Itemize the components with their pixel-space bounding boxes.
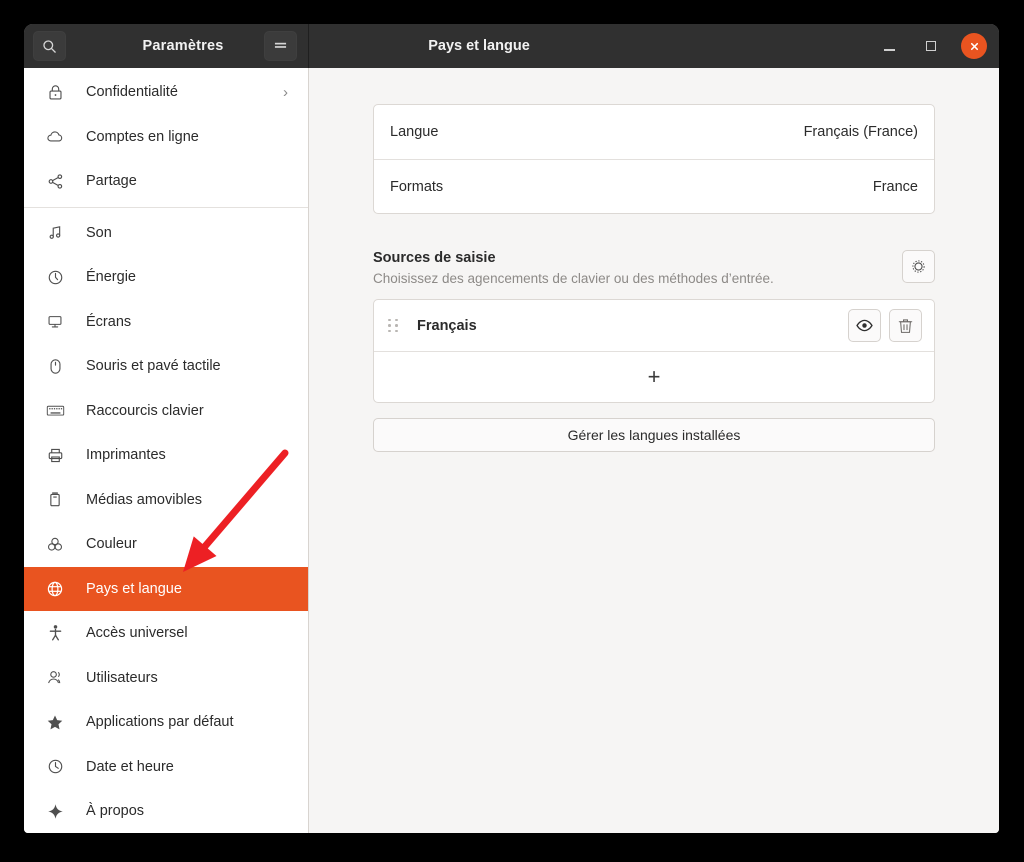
sidebar-item-nergie[interactable]: Énergie bbox=[24, 255, 308, 300]
sidebar-item-utilisateurs[interactable]: Utilisateurs bbox=[24, 656, 308, 701]
input-source-row[interactable]: Français bbox=[374, 300, 934, 352]
main-panel: Langue Français (France) Formats France … bbox=[309, 68, 999, 833]
media-icon bbox=[44, 491, 66, 508]
clock-icon bbox=[44, 758, 66, 775]
sidebar-item-propos[interactable]: À propos bbox=[24, 789, 308, 833]
sidebar-item-label: Couleur bbox=[86, 536, 137, 553]
sidebar-item-label: Confidentialité bbox=[86, 84, 178, 101]
share-icon bbox=[44, 173, 66, 190]
sidebar-item-partage[interactable]: Partage bbox=[24, 159, 308, 204]
language-row-value: Français (France) bbox=[803, 124, 918, 140]
title-bar: Paramètres Pays et langue bbox=[24, 24, 999, 68]
window-body: Confidentialité › Comptes en ligne Partage S… bbox=[24, 68, 999, 833]
star-icon bbox=[44, 714, 66, 731]
trash-icon[interactable] bbox=[889, 309, 922, 342]
input-sources-text: Sources de saisie Choisissez des agencem… bbox=[373, 250, 774, 286]
input-sources-card: Français + bbox=[373, 299, 935, 403]
sidebar-item-label: Énergie bbox=[86, 269, 136, 286]
minimize-button[interactable] bbox=[877, 34, 901, 58]
color-icon bbox=[44, 536, 66, 553]
add-input-source-button[interactable]: + bbox=[374, 352, 934, 402]
input-sources-title: Sources de saisie bbox=[373, 250, 496, 266]
power-icon bbox=[44, 269, 66, 286]
sidebar-item-label: Utilisateurs bbox=[86, 669, 158, 686]
gear-icon[interactable] bbox=[902, 250, 935, 283]
sidebar-item-label: Pays et langue bbox=[86, 580, 182, 597]
sidebar-separator bbox=[24, 206, 308, 208]
sidebar-item-label: Accès universel bbox=[86, 625, 188, 642]
sidebar-item-label: Imprimantes bbox=[86, 447, 166, 464]
formats-row-value: France bbox=[872, 178, 918, 195]
sidebar-item-pays-et-langue[interactable]: Pays et langue bbox=[24, 566, 308, 611]
lock-icon bbox=[44, 84, 66, 101]
sidebar-item-date-et-heure[interactable]: Date et heure bbox=[24, 745, 308, 790]
sidebar-item-m-dias-amovibles[interactable]: Médias amovibles bbox=[24, 478, 308, 523]
sidebar-item-label: Applications par défaut bbox=[86, 714, 234, 731]
accessibility-icon bbox=[44, 624, 66, 642]
sidebar-item-imprimantes[interactable]: Imprimantes bbox=[24, 433, 308, 478]
sidebar-item-label: Écrans bbox=[86, 313, 132, 330]
sidebar-item-label: Raccourcis clavier bbox=[86, 402, 204, 419]
sidebar-item-label: À propos bbox=[86, 803, 145, 820]
maximize-button[interactable] bbox=[919, 34, 943, 58]
window-controls bbox=[877, 33, 987, 59]
sidebar-item-couleur[interactable]: Couleur bbox=[24, 522, 308, 567]
sidebar-item-acc-s-universel[interactable]: Accès universel bbox=[24, 611, 308, 656]
settings-sidebar: Confidentialité › Comptes en ligne Partage S… bbox=[24, 68, 309, 833]
sidebar-item-confidentialit[interactable]: Confidentialité › bbox=[24, 70, 308, 115]
language-card: Langue Français (France) Formats France bbox=[373, 104, 935, 214]
input-source-actions bbox=[848, 309, 922, 342]
sidebar-item-label: Son bbox=[86, 224, 112, 241]
add-input-source-label: + bbox=[647, 364, 661, 389]
mouse-icon bbox=[44, 358, 66, 375]
chevron-right-icon: › bbox=[283, 83, 288, 101]
drag-handle-icon[interactable] bbox=[388, 318, 400, 333]
users-icon bbox=[44, 669, 66, 686]
input-sources-header: Sources de saisie Choisissez des agencem… bbox=[373, 250, 935, 286]
sidebar-header: Paramètres bbox=[24, 24, 309, 68]
formats-row-label: Formats bbox=[390, 178, 444, 195]
close-button[interactable] bbox=[961, 33, 987, 59]
sidebar-item-comptes-en-ligne[interactable]: Comptes en ligne bbox=[24, 115, 308, 160]
cloud-icon bbox=[44, 128, 66, 146]
language-row-label: Langue bbox=[390, 124, 439, 140]
display-icon bbox=[44, 313, 66, 330]
sidebar-item-souris-et-pav-tactile[interactable]: Souris et pavé tactile bbox=[24, 344, 308, 389]
globe-icon bbox=[44, 580, 66, 598]
sparkle-icon bbox=[44, 803, 66, 820]
manage-languages-button[interactable]: Gérer les langues installées bbox=[373, 418, 935, 452]
sidebar-item-label: Partage bbox=[86, 173, 137, 190]
hamburger-menu-icon[interactable] bbox=[264, 31, 297, 61]
input-source-name: Français bbox=[417, 317, 477, 334]
sidebar-item-son[interactable]: Son bbox=[24, 211, 308, 256]
sound-icon bbox=[44, 224, 66, 241]
search-icon[interactable] bbox=[33, 31, 66, 61]
eye-icon[interactable] bbox=[848, 309, 881, 342]
printer-icon bbox=[44, 447, 66, 464]
sidebar-item-crans[interactable]: Écrans bbox=[24, 300, 308, 345]
formats-row[interactable]: Formats France bbox=[374, 159, 934, 213]
sidebar-item-applications-par-d-faut[interactable]: Applications par défaut bbox=[24, 700, 308, 745]
input-sources-subtitle: Choisissez des agencements de clavier ou… bbox=[373, 271, 774, 286]
sidebar-item-label: Date et heure bbox=[86, 758, 174, 775]
sidebar-item-label: Souris et pavé tactile bbox=[86, 358, 221, 375]
main-header: Pays et langue bbox=[309, 24, 999, 68]
settings-window: Paramètres Pays et langue Confidentialit… bbox=[24, 24, 999, 833]
language-row[interactable]: Langue Français (France) bbox=[374, 105, 934, 159]
keyboard-icon bbox=[44, 403, 66, 418]
sidebar-item-label: Comptes en ligne bbox=[86, 128, 199, 145]
sidebar-item-raccourcis-clavier[interactable]: Raccourcis clavier bbox=[24, 389, 308, 434]
sidebar-item-label: Médias amovibles bbox=[86, 491, 203, 508]
